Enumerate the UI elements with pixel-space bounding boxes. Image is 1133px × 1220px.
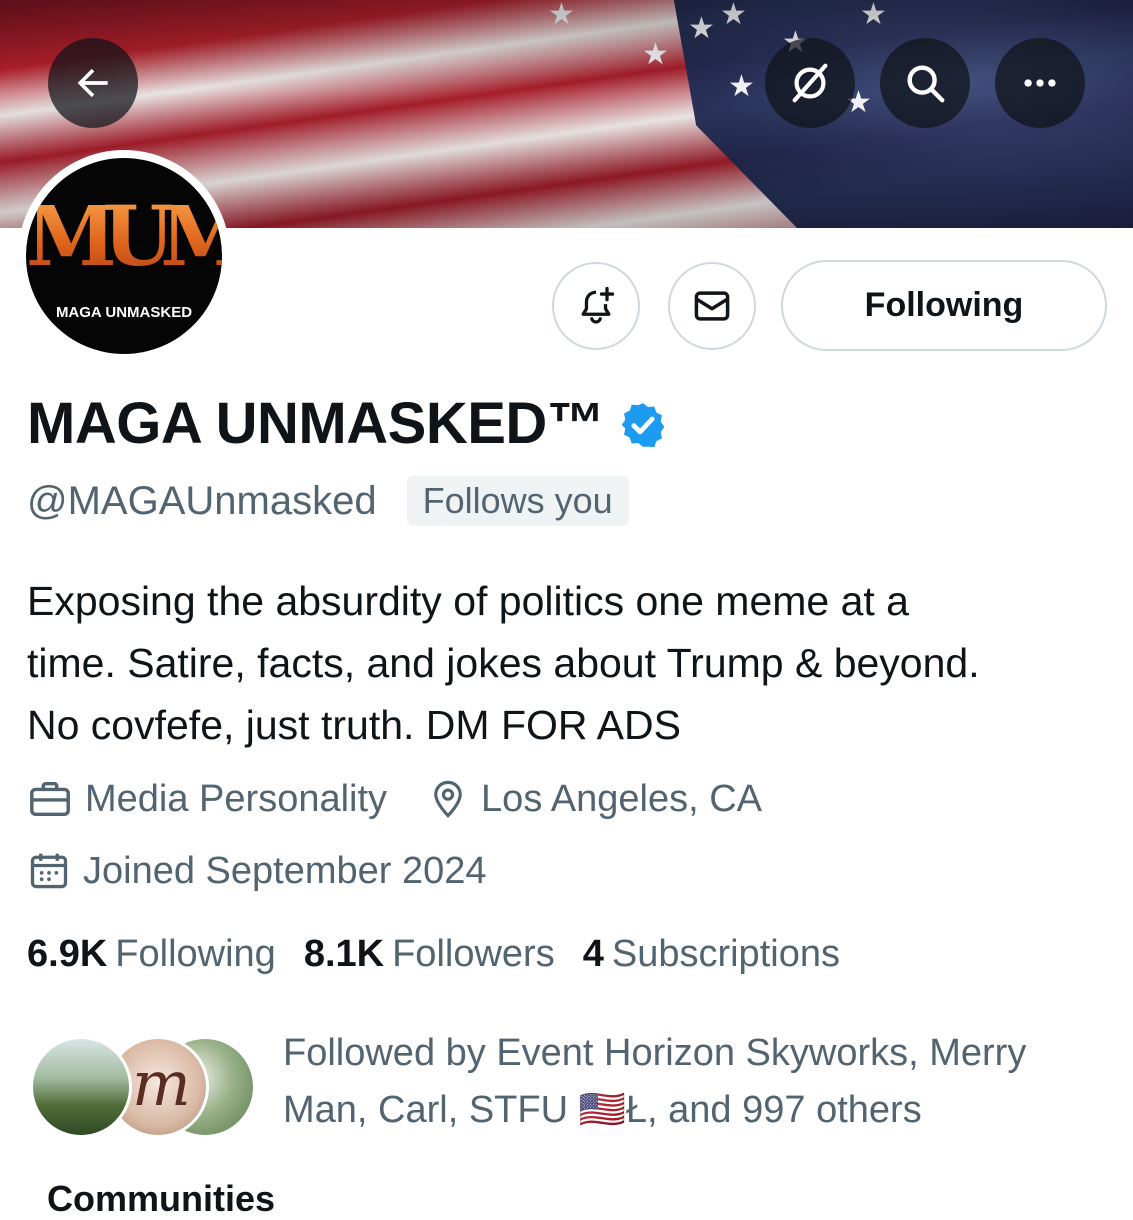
mail-icon	[694, 291, 730, 321]
handle: @MAGAUnmasked	[27, 478, 377, 523]
category-label: Media Personality	[85, 777, 388, 820]
grok-icon	[792, 63, 828, 103]
arrow-left-icon	[77, 68, 108, 98]
following-count: 6.9K	[27, 933, 108, 975]
more-horizontal-icon	[1024, 79, 1056, 87]
follows-you-badge: Follows you	[406, 476, 629, 526]
following-button[interactable]: Following	[781, 260, 1107, 351]
joined-label: Joined September 2024	[83, 849, 487, 892]
subscriptions-stat[interactable]: 4 Subscriptions	[583, 933, 840, 976]
location-item: Los Angeles, CA	[427, 778, 762, 821]
followers-stat[interactable]: 8.1K Followers	[304, 933, 555, 976]
bio-line: Exposing the absurdity of politics one m…	[27, 578, 909, 624]
calendar-icon	[30, 853, 68, 889]
followed-by-line: Man, Carl, STFU 🇺🇸Ł, and 997 others	[283, 1089, 922, 1131]
avatar-logo: MUM MAGA UNMASKED	[26, 158, 222, 354]
profile-stats: 6.9K Following 8.1K Followers 4 Subscriptio…	[27, 933, 868, 976]
more-button[interactable]	[995, 38, 1085, 128]
following-stat[interactable]: 6.9K Following	[27, 933, 276, 976]
back-button[interactable]	[48, 38, 138, 128]
logo-text: MAGA UNMASKED	[55, 304, 193, 321]
grok-button[interactable]	[765, 38, 855, 128]
notifications-button[interactable]	[552, 262, 640, 350]
follower-avatar-monogram-icon: m	[132, 1047, 191, 1120]
followed-by-line: Followed by Event Horizon Skyworks, Merr…	[283, 1032, 1027, 1074]
follower-avatar	[30, 1036, 132, 1138]
communities-heading[interactable]: Communities	[47, 1178, 275, 1220]
briefcase-icon	[30, 781, 70, 817]
bio: Exposing the absurdity of politics one m…	[27, 570, 1117, 756]
search-icon	[907, 65, 945, 103]
followed-by-avatars[interactable]: m	[30, 1036, 260, 1138]
joined-row: Joined September 2024	[27, 849, 487, 893]
handle-row: @MAGAUnmasked Follows you	[27, 476, 629, 526]
bell-plus-icon	[581, 286, 615, 324]
joined-item: Joined September 2024	[27, 849, 487, 893]
search-button[interactable]	[880, 38, 970, 128]
logo-letters: MUM	[26, 189, 222, 285]
followers-count: 8.1K	[303, 933, 385, 975]
profile-avatar[interactable]: MUM MAGA UNMASKED	[18, 150, 230, 362]
bio-line: time. Satire, facts, and jokes about Tru…	[27, 640, 980, 686]
name-row: MAGA UNMASKED™	[27, 390, 668, 457]
message-button[interactable]	[668, 262, 756, 350]
subscriptions-count: 4	[582, 933, 604, 975]
category-item: Media Personality	[27, 776, 387, 822]
subscriptions-stat-label: Subscriptions	[611, 933, 840, 975]
bio-line: No covfefe, just truth. DM FOR ADS	[27, 702, 681, 748]
followed-by-text[interactable]: Followed by Event Horizon Skyworks, Merr…	[283, 1025, 1103, 1139]
followers-stat-label: Followers	[392, 933, 555, 975]
location-label: Los Angeles, CA	[481, 777, 763, 820]
following-stat-label: Following	[115, 933, 276, 975]
display-name: MAGA UNMASKED™	[27, 391, 605, 456]
verified-badge-icon[interactable]	[618, 400, 668, 450]
location-pin-icon	[434, 780, 462, 818]
profile-meta: Media Personality Los Angeles, CA	[27, 776, 762, 822]
